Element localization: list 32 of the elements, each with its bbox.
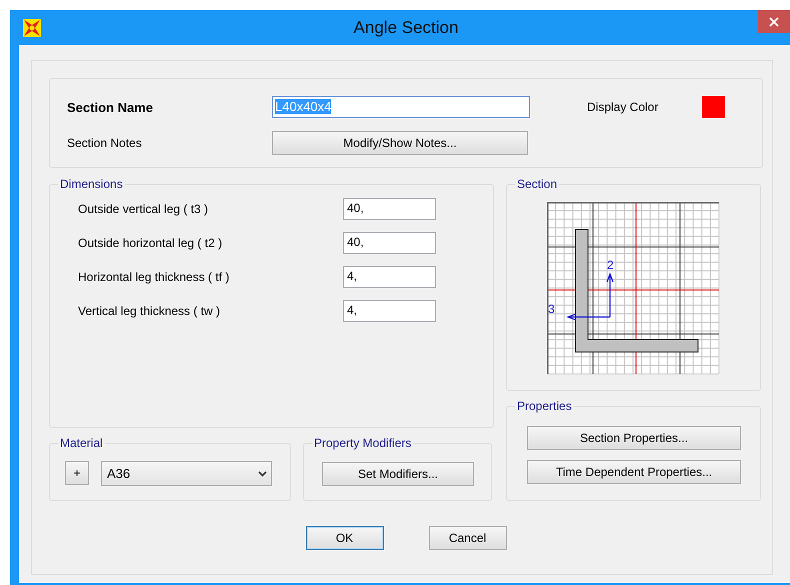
group-title: Section bbox=[517, 177, 558, 191]
field-label: Horizontal leg thickness ( tf ) bbox=[78, 270, 230, 284]
axis-label: 2 bbox=[607, 258, 614, 272]
input-field[interactable]: 4, bbox=[343, 300, 436, 322]
input-field[interactable]: 40, bbox=[343, 232, 436, 254]
app-icon bbox=[22, 18, 42, 38]
field-label: Vertical leg thickness ( tw ) bbox=[78, 304, 222, 318]
group-title: Material bbox=[60, 436, 103, 450]
modifiers-button[interactable]: Set Modifiers... bbox=[322, 462, 474, 486]
properties-button[interactable]: Section Properties... bbox=[527, 426, 741, 450]
group-title: Dimensions bbox=[60, 177, 123, 191]
axis-label: 3 bbox=[548, 302, 555, 316]
input-field[interactable]: 4, bbox=[343, 266, 436, 288]
notes-button[interactable]: Modify/Show Notes... bbox=[272, 131, 528, 155]
color-swatch[interactable] bbox=[702, 96, 725, 118]
field-label: Section Notes bbox=[67, 136, 143, 150]
close-icon bbox=[769, 16, 779, 26]
dialog-button[interactable]: Cancel bbox=[428, 526, 506, 550]
properties-button[interactable]: Time Dependent Properties... bbox=[527, 460, 741, 484]
chevron-icon bbox=[258, 470, 267, 476]
input-field[interactable]: 40, bbox=[343, 198, 436, 220]
group-title: Properties bbox=[517, 399, 572, 413]
dialog-button[interactable]: OK bbox=[306, 526, 384, 550]
close-button[interactable] bbox=[758, 10, 790, 33]
field-label: Outside horizontal leg ( t2 ) bbox=[78, 236, 224, 250]
window-title: Angle Section bbox=[352, 17, 460, 39]
add-button[interactable]: + bbox=[65, 461, 89, 485]
field-label: Display Color bbox=[587, 100, 660, 114]
field-label: Section Name bbox=[67, 100, 154, 114]
field-label: Outside vertical leg ( t3 ) bbox=[78, 202, 210, 216]
material-dropdown[interactable]: A36 bbox=[101, 461, 272, 486]
group-title: Property Modifiers bbox=[314, 436, 412, 450]
